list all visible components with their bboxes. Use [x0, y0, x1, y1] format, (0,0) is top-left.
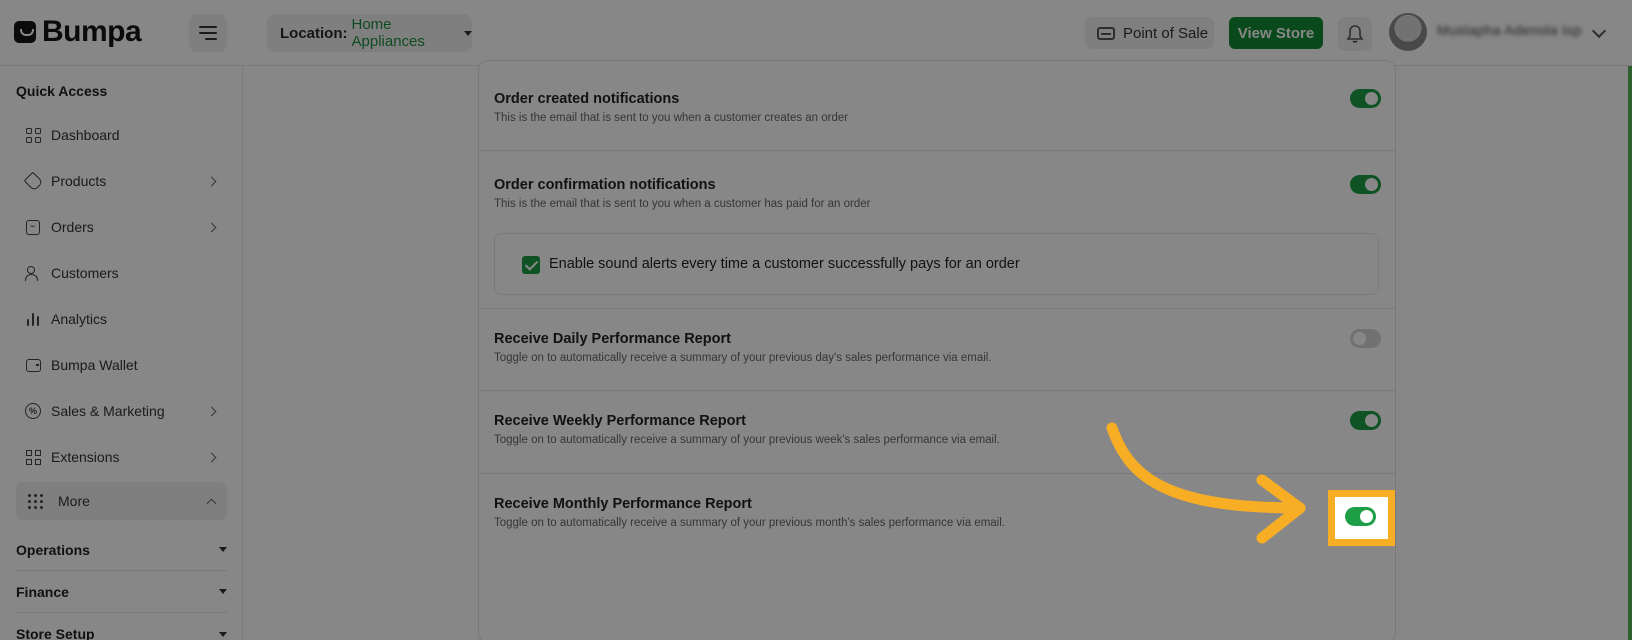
- wallet-icon: [24, 356, 42, 374]
- user-avatar[interactable]: [1389, 13, 1427, 51]
- brand-name: Bumpa: [42, 15, 142, 48]
- setting-title: Receive Weekly Performance Report: [494, 413, 746, 429]
- weekly-report-toggle[interactable]: [1350, 411, 1381, 430]
- sidebar-group-operations[interactable]: Operations: [16, 529, 227, 571]
- point-of-sale-button[interactable]: Point of Sale: [1085, 17, 1214, 49]
- sidebar-item-label: More: [58, 493, 90, 509]
- sidebar-item-label: Products: [51, 173, 107, 189]
- sidebar-group-finance[interactable]: Finance: [16, 571, 227, 613]
- location-selector[interactable]: Location: Home Appliances: [267, 14, 472, 52]
- setting-title: Order created notifications: [494, 91, 680, 107]
- sidebar-group-label: Finance: [16, 583, 69, 600]
- sound-alert-label: Enable sound alerts every time a custome…: [549, 256, 1020, 272]
- view-store-button[interactable]: View Store: [1229, 17, 1323, 49]
- user-name[interactable]: Mustapha Adenola Isp: [1437, 22, 1582, 38]
- setting-description: Toggle on to automatically receive a sum…: [494, 352, 992, 364]
- sidebar-item-label: Sales & Marketing: [51, 403, 165, 419]
- sidebar-item-label: Extensions: [51, 449, 120, 465]
- daily-report-toggle[interactable]: [1350, 329, 1381, 348]
- sidebar: Quick Access Dashboard Products Orders C…: [0, 66, 243, 643]
- dots-grid-icon: [26, 492, 44, 510]
- setting-description: This is the email that is sent to you wh…: [494, 198, 871, 210]
- chevron-right-icon: [206, 176, 217, 186]
- sidebar-item-more[interactable]: More: [16, 482, 227, 520]
- notifications-button[interactable]: [1338, 17, 1372, 51]
- pos-terminal-icon: [1097, 26, 1115, 40]
- sidebar-group-label: Operations: [16, 541, 90, 558]
- location-label: Location:: [280, 24, 348, 42]
- setting-description: Toggle on to automatically receive a sum…: [494, 517, 1005, 529]
- setting-title: Receive Daily Performance Report: [494, 331, 731, 347]
- chevron-up-icon: [206, 498, 217, 509]
- sidebar-group-store-setup[interactable]: Store Setup: [16, 613, 227, 643]
- setting-title: Order confirmation notifications: [494, 177, 716, 193]
- setting-description: Toggle on to automatically receive a sum…: [494, 434, 1000, 446]
- location-value: Home Appliances: [351, 16, 425, 50]
- quick-access-heading: Quick Access: [16, 83, 108, 99]
- sidebar-item-customers[interactable]: Customers: [16, 254, 227, 292]
- bumpa-logo-icon: [14, 21, 36, 43]
- setting-row-order-confirmation: Order confirmation notifications This is…: [479, 151, 1395, 309]
- setting-row-daily-report: Receive Daily Performance Report Toggle …: [479, 309, 1395, 391]
- bell-icon: [1346, 25, 1364, 43]
- sidebar-item-dashboard[interactable]: Dashboard: [16, 116, 227, 154]
- chevron-down-icon[interactable]: [1591, 23, 1607, 39]
- dashboard-icon: [24, 126, 42, 144]
- caret-down-icon: [219, 589, 227, 594]
- sound-alert-checkbox[interactable]: [522, 256, 540, 274]
- sidebar-item-analytics[interactable]: Analytics: [16, 300, 227, 338]
- setting-row-weekly-report: Receive Weekly Performance Report Toggle…: [479, 391, 1395, 474]
- customers-icon: [24, 264, 42, 282]
- extensions-icon: [24, 448, 42, 466]
- analytics-icon: [24, 310, 42, 328]
- order-confirmation-toggle[interactable]: [1350, 175, 1381, 194]
- setting-description: This is the email that is sent to you wh…: [494, 112, 849, 124]
- notification-settings-card: Order created notifications This is the …: [478, 60, 1396, 643]
- chevron-right-icon: [206, 222, 217, 232]
- orders-icon: [24, 218, 42, 236]
- sidebar-item-sales-marketing[interactable]: % Sales & Marketing: [16, 392, 227, 430]
- scrollbar-track[interactable]: [1628, 66, 1632, 643]
- sidebar-item-label: Orders: [51, 219, 94, 235]
- tag-icon: [23, 171, 43, 191]
- sidebar-item-label: Dashboard: [51, 127, 120, 143]
- bumpa-logo[interactable]: Bumpa: [14, 15, 142, 49]
- setting-title: Receive Monthly Performance Report: [494, 496, 752, 512]
- caret-down-icon: [219, 631, 227, 637]
- percent-icon: %: [24, 402, 42, 420]
- caret-down-icon: [464, 30, 472, 36]
- chevron-right-icon: [206, 452, 217, 462]
- sidebar-item-orders[interactable]: Orders: [16, 208, 227, 246]
- setting-row-monthly-report: Receive Monthly Performance Report Toggl…: [479, 474, 1395, 558]
- sidebar-item-label: Customers: [51, 265, 119, 281]
- monthly-report-toggle-highlighted[interactable]: [1345, 507, 1376, 526]
- setting-row-order-created: Order created notifications This is the …: [479, 61, 1395, 151]
- highlighted-monthly-report-toggle[interactable]: [1328, 490, 1395, 546]
- main-content: Order created notifications This is the …: [243, 60, 1632, 643]
- caret-down-icon: [219, 547, 227, 552]
- sidebar-item-extensions[interactable]: Extensions: [16, 438, 227, 476]
- chevron-right-icon: [206, 406, 217, 416]
- sidebar-item-products[interactable]: Products: [16, 162, 227, 200]
- sound-alert-box: Enable sound alerts every time a custome…: [494, 233, 1379, 295]
- sidebar-item-label: Analytics: [51, 311, 108, 327]
- hamburger-menu-button[interactable]: [189, 14, 227, 52]
- sidebar-item-bumpa-wallet[interactable]: Bumpa Wallet: [16, 346, 227, 384]
- order-created-toggle[interactable]: [1350, 89, 1381, 108]
- top-bar: Bumpa Location: Home Appliances Point of…: [0, 0, 1632, 66]
- sidebar-item-label: Bumpa Wallet: [51, 357, 138, 373]
- point-of-sale-label: Point of Sale: [1123, 24, 1209, 42]
